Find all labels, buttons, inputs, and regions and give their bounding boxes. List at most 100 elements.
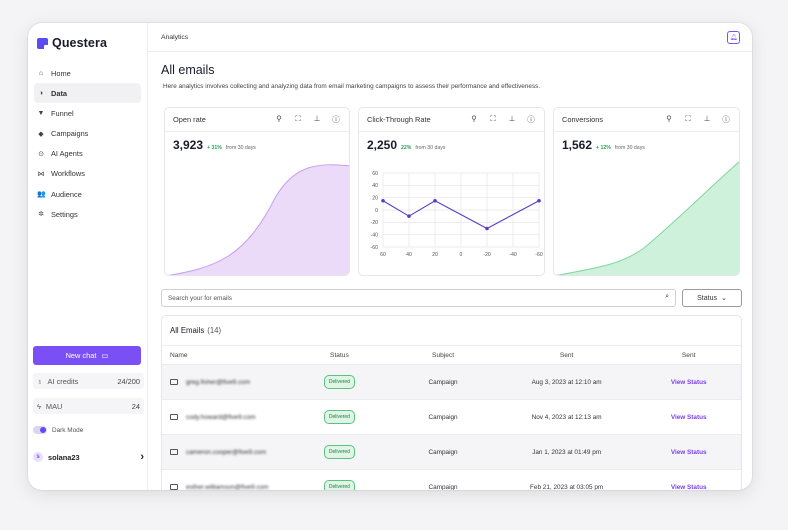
- sidebar: Questera ⌂ Home ◑ Data ▼ Funnel ◆ Campaigns ⊙ AI …: [28, 23, 148, 490]
- new-chat-button[interactable]: New chat ▭: [33, 346, 141, 365]
- y-tick-label: -60: [371, 245, 379, 251]
- ctr-data-point: [537, 198, 541, 203]
- column-header-subject[interactable]: Subject: [389, 352, 497, 359]
- search-icon[interactable]: ⌕: [665, 293, 669, 301]
- audience-icon: 👥: [37, 191, 46, 199]
- table-count: (14): [207, 326, 222, 335]
- sidebar-item-label: AI Agents: [51, 149, 83, 159]
- y-tick-label: 20: [372, 195, 378, 201]
- table-row[interactable]: greg.fisher@five9.com Delivered Campaign Au…: [162, 365, 741, 400]
- campaigns-icon: ◆: [38, 130, 44, 138]
- funnel-icon: ▼: [37, 109, 45, 117]
- page-description: Here analytics involves collecting and a…: [163, 83, 541, 90]
- subject-cell: Campaign: [428, 448, 458, 456]
- ctr-data-point: [433, 198, 437, 203]
- email-address: cameron.cooper@five9.com: [186, 448, 267, 456]
- sidebar-item-funnel[interactable]: ▼ Funnel: [34, 103, 141, 123]
- page-title: All emails: [161, 63, 215, 77]
- sent-date-cell: Jan 1, 2023 at 01:49 pm: [532, 448, 602, 456]
- view-status-link[interactable]: View Status: [671, 379, 707, 386]
- workflows-icon: ⋈: [37, 170, 45, 178]
- sidebar-item-ai-agents[interactable]: ⊙ AI Agents: [34, 144, 141, 164]
- chat-icon: ▭: [101, 351, 109, 360]
- table-row[interactable]: cody.howard@five9.com Delivered Campaign No…: [162, 400, 741, 435]
- ai-agents-icon: ⊙: [38, 150, 44, 158]
- sidebar-item-label: Campaigns: [51, 129, 89, 139]
- ai-credits-value: 24/200: [117, 376, 140, 386]
- email-address: greg.fisher@five9.com: [186, 378, 251, 386]
- open-rate-card: Open rate ⚲ ⛶ ⊥ ⓘ 3,923 + 31% from 30 da…: [164, 107, 350, 276]
- avatar: s: [33, 452, 43, 462]
- subject-cell: Campaign: [428, 413, 458, 421]
- x-tick-label: -40: [509, 252, 517, 258]
- x-tick-label: -60: [535, 252, 543, 258]
- open-rate-area-chart: [167, 164, 349, 275]
- table-title: All Emails (14): [162, 316, 741, 345]
- chevron-down-icon: ⌄: [720, 295, 727, 302]
- subject-cell: Campaign: [428, 483, 458, 491]
- table-title-text: All Emails: [170, 326, 205, 335]
- sent-date-cell: Nov 4, 2023 at 12:13 am: [531, 413, 602, 421]
- x-tick-label: 40: [406, 252, 412, 258]
- sidebar-item-home[interactable]: ⌂ Home: [34, 63, 141, 83]
- mail-icon: [170, 379, 178, 385]
- search-input[interactable]: Search your for emails ⌕: [161, 289, 676, 307]
- x-tick-label: -20: [483, 252, 491, 258]
- sidebar-item-label: Settings: [51, 209, 78, 219]
- dark-mode-toggle[interactable]: [33, 426, 47, 434]
- ctr-data-point: [407, 214, 411, 218]
- chevron-right-icon: ›: [140, 451, 144, 463]
- column-header-sent[interactable]: Sent: [497, 352, 637, 359]
- open-rate-area: [167, 164, 349, 275]
- column-header-sent-status[interactable]: Sent: [636, 352, 741, 359]
- sidebar-nav: ⌂ Home ◑ Data ▼ Funnel ◆ Campaigns ⊙ AI Agents ⋈ Wo…: [34, 63, 141, 224]
- table-row[interactable]: esther.williamson@five9.com Delivered Camp…: [162, 470, 741, 490]
- y-tick-label: -40: [371, 232, 379, 238]
- sidebar-item-settings[interactable]: ✲ Settings: [34, 204, 141, 224]
- x-tick-label: 60: [380, 252, 386, 258]
- settings-icon: ✲: [38, 211, 44, 219]
- conversions-area-chart: [556, 161, 739, 275]
- mail-icon: [170, 414, 178, 420]
- questera-logo-icon: [37, 37, 49, 50]
- column-header-status[interactable]: Status: [290, 352, 390, 359]
- status-badge: Delivered: [323, 410, 355, 424]
- mau-label: MAU: [45, 401, 63, 411]
- ctr-line-chart: 6040200-20-40-6060 40 20 0 -20 -40 -60: [371, 171, 543, 258]
- user-menu[interactable]: s solana23 ›: [33, 450, 144, 464]
- status-filter-dropdown[interactable]: Status ⌄: [682, 289, 742, 307]
- bolt-icon: ϟ: [37, 401, 41, 411]
- sent-date-cell: Aug 3, 2023 at 12:10 am: [531, 378, 602, 386]
- ctr-data-point: [381, 198, 385, 203]
- table-row[interactable]: cameron.cooper@five9.com Delivered Campaig…: [162, 435, 741, 470]
- column-header-name[interactable]: Name: [162, 352, 290, 359]
- notification-bell-icon[interactable]: 🔔︎: [727, 31, 740, 44]
- app-window: Questera ⌂ Home ◑ Data ▼ Funnel ◆ Campaigns ⊙ AI …: [28, 23, 752, 490]
- sidebar-item-data[interactable]: ◑ Data: [34, 83, 141, 104]
- sidebar-item-label: Home: [51, 68, 71, 78]
- status-badge: Delivered: [323, 480, 355, 490]
- dark-mode-row: Dark Mode: [33, 423, 144, 437]
- main-content: Analytics 🔔︎ All emails Here analytics i…: [148, 23, 752, 490]
- sidebar-item-workflows[interactable]: ⋈ Workflows: [34, 164, 141, 184]
- ctr-data-point: [485, 226, 489, 231]
- email-address: esther.williamson@five9.com: [186, 483, 269, 491]
- view-status-link[interactable]: View Status: [671, 414, 707, 421]
- view-status-link[interactable]: View Status: [671, 484, 707, 491]
- sidebar-item-label: Workflows: [51, 169, 85, 179]
- username: solana23: [48, 452, 80, 462]
- mau-value: 24: [131, 401, 140, 411]
- sidebar-item-audience[interactable]: 👥 Audience: [34, 184, 141, 204]
- mail-icon: [170, 449, 178, 455]
- conversions-area: [556, 161, 739, 275]
- ctr-card: Click-Through Rate ⚲ ⛶ ⊥ ⓘ 2,250 22% fro…: [358, 107, 545, 276]
- status-badge: Delivered: [323, 375, 355, 389]
- conversions-card: Conversions ⚲ ⛶ ⊥ ⓘ 1,562 + 12% from 30 …: [553, 107, 740, 276]
- ai-credits-label: AI credits: [47, 376, 79, 386]
- sidebar-item-label: Funnel: [51, 108, 74, 118]
- sidebar-item-campaigns[interactable]: ◆ Campaigns: [34, 124, 141, 144]
- view-status-link[interactable]: View Status: [671, 449, 707, 456]
- x-tick-label: 20: [432, 252, 438, 258]
- mau: ϟ MAU 24: [33, 398, 144, 414]
- y-tick-label: -20: [371, 220, 379, 226]
